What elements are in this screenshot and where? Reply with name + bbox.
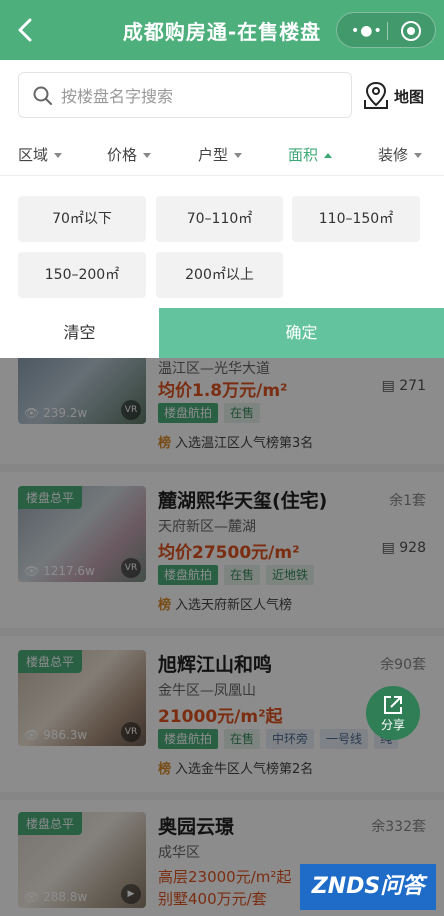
miniapp-capsule: •●• xyxy=(336,12,436,48)
more-dots-icon[interactable]: •●• xyxy=(351,23,383,39)
area-option[interactable]: 110–150㎡ xyxy=(292,196,420,242)
header-bar: 成都购房通-在售楼盘 •●• xyxy=(0,0,444,60)
dropdown-arrow-icon xyxy=(234,153,243,158)
filter-tab-price[interactable]: 价格 xyxy=(107,144,152,165)
clear-button[interactable]: 清空 xyxy=(0,308,159,358)
search-icon xyxy=(33,86,52,105)
filter-tab-region[interactable]: 区域 xyxy=(18,144,63,165)
watermark-logo: ZNDS问答 xyxy=(300,864,436,910)
filter-bar: 区域 价格 户型 面积 装修 xyxy=(0,136,444,176)
filter-tab-decoration[interactable]: 装修 xyxy=(378,144,423,165)
confirm-button[interactable]: 确定 xyxy=(159,308,444,358)
filter-tab-label: 户型 xyxy=(198,146,229,164)
filter-tab-area[interactable]: 面积 xyxy=(288,144,333,165)
dropdown-arrow-icon xyxy=(414,153,423,158)
search-input[interactable] xyxy=(61,81,331,111)
filter-tab-layout[interactable]: 户型 xyxy=(198,144,243,165)
area-option[interactable]: 70–110㎡ xyxy=(156,196,283,242)
dropup-arrow-icon xyxy=(324,153,333,158)
map-pin-icon xyxy=(364,81,388,109)
capsule-divider xyxy=(387,22,388,40)
filter-tab-label: 面积 xyxy=(288,146,319,164)
share-icon xyxy=(384,696,402,714)
area-option[interactable]: 200㎡以上 xyxy=(156,252,283,298)
map-button-label: 地图 xyxy=(394,88,425,106)
share-label: 分享 xyxy=(380,718,405,732)
close-target-icon[interactable] xyxy=(401,21,421,41)
dim-overlay[interactable] xyxy=(0,358,444,916)
area-option[interactable]: 70㎡以下 xyxy=(18,196,146,242)
search-box xyxy=(18,72,352,118)
filter-actions: 清空 确定 xyxy=(0,308,444,358)
filter-tab-label: 装修 xyxy=(378,146,409,164)
filter-tab-label: 区域 xyxy=(18,146,49,164)
share-button[interactable]: 分享 xyxy=(366,686,420,740)
map-button[interactable]: 地图 xyxy=(362,80,434,112)
area-options-panel: 70㎡以下 70–110㎡ 110–150㎡ 150–200㎡ 200㎡以上 xyxy=(0,178,444,308)
dropdown-arrow-icon xyxy=(143,153,152,158)
filter-tab-label: 价格 xyxy=(107,146,138,164)
area-option[interactable]: 150–200㎡ xyxy=(18,252,146,298)
dropdown-arrow-icon xyxy=(54,153,63,158)
